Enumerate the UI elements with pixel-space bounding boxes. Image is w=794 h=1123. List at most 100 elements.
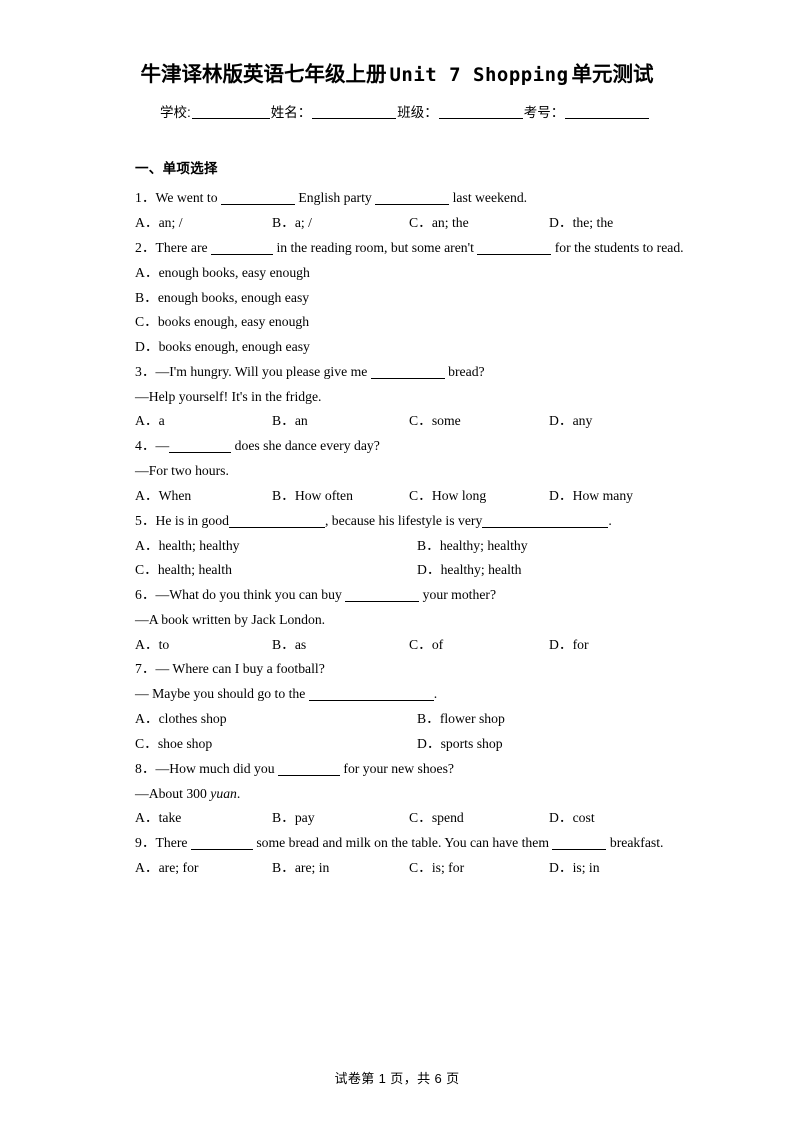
option-b[interactable]: B．healthy; healthy [417,538,699,553]
stem-text: breakfast. [606,834,664,850]
name-label: 姓名： [270,104,312,120]
stem-text: We went to [155,190,221,206]
title-suffix: 单元测试 [571,63,654,86]
option-c[interactable]: C．health; health [135,563,417,577]
school-label: 学校: [160,104,191,120]
exam-no-blank[interactable] [565,117,650,119]
exam-body: 一、单项选择 1．We went to English party last w… [0,121,794,880]
class-blank[interactable] [438,117,523,119]
stem-text: —What do you think you can buy [155,586,346,602]
option-c[interactable]: C．spend [409,811,549,825]
option-c[interactable]: C．is; for [409,861,549,875]
option-b[interactable]: B．are; in [272,861,409,875]
option-c[interactable]: C．of [409,637,549,652]
stem-text: — [155,438,170,454]
answer-blank[interactable] [211,242,274,255]
option-d[interactable]: D．cost [549,811,686,825]
option-a[interactable]: A．enough books, easy enough [135,266,684,280]
option-b[interactable]: B．pay [272,811,409,825]
name-blank[interactable] [312,117,397,119]
answer-blank[interactable] [370,366,445,379]
answer-blank[interactable] [277,763,340,776]
option-b[interactable]: B．enough books, enough easy [135,290,684,305]
option-d[interactable]: D．any [549,414,686,428]
exam-info-line: 学校: 姓名： 班级： 考号： [0,88,794,121]
question-number: 7． [135,661,156,677]
option-row: A．a B．an C．some D．any [135,409,684,434]
option-d[interactable]: D．sports shop [417,737,699,751]
answer-blank[interactable] [190,837,253,850]
option-d[interactable]: D．for [549,637,686,652]
answer-blank[interactable] [345,589,420,602]
option-a[interactable]: A．take [135,811,272,825]
question-number: 1． [135,190,156,206]
school-blank[interactable] [191,117,270,119]
exam-no-label: 考号： [523,104,565,120]
answer-blank[interactable] [552,837,607,850]
option-c[interactable]: C．shoe shop [135,737,417,751]
question-stem: 4．— does she dance every day? [135,434,684,459]
question-stem: 6．—What do you think you can buy your mo… [135,582,684,607]
option-d[interactable]: D．How many [549,489,686,503]
option-row: D．books enough, enough easy [135,335,684,360]
section-heading: 一、单项选择 [135,160,218,176]
option-a[interactable]: A．are; for [135,861,272,875]
stem-text: —How much did you [155,760,278,776]
option-row: C．shoe shop D．sports shop [135,731,684,756]
option-a[interactable]: A．to [135,637,272,652]
answer-line-currency: yuan [210,785,237,801]
option-c[interactable]: C．How long [409,489,549,503]
option-d[interactable]: D．the; the [549,216,686,230]
answer-blank[interactable] [477,242,552,255]
answer-blank[interactable] [228,515,325,528]
answer-line-text: —About 300 [135,785,211,801]
question-stem: 7．— Where can I buy a football? [135,657,684,682]
title-prefix: 牛津译林版英语七年级上册 [140,63,387,86]
stem-text: , because his lifestyle is very [324,512,483,528]
question-stem: 5．He is in good , because his lifestyle i… [135,508,684,533]
stem-text: for the students to read. [551,239,684,255]
option-d[interactable]: D．is; in [549,861,686,875]
option-c[interactable]: C．books enough, easy enough [135,315,684,329]
page-footer: 试卷第 1 页，共 6 页 [334,1071,460,1086]
stem-text: —I'm hungry. Will you please give me [155,363,371,379]
option-d[interactable]: D．healthy; health [417,563,699,577]
option-a[interactable]: A．When [135,489,272,503]
stem-text: last weekend. [449,190,528,206]
option-b[interactable]: B．a; / [272,216,409,230]
stem-text: for your new shoes? [339,760,455,776]
option-b[interactable]: B．flower shop [417,712,699,726]
class-label: 班级： [397,104,438,120]
option-row: A．health; healthy B．healthy; healthy [135,533,684,558]
option-d[interactable]: D．books enough, enough easy [135,340,684,354]
option-row: C．health; health D．healthy; health [135,558,684,583]
stem-text: bread? [444,363,485,379]
question-answer-line: — Maybe you should go to the . [135,682,684,707]
option-b[interactable]: B．an [272,414,409,428]
option-c[interactable]: C．some [409,414,549,428]
exam-page: 牛津译林版英语七年级上册 Unit 7 Shopping 单元测试 学校: 姓名： 班级… [0,0,794,1123]
stem-text: in the reading room, but some aren't [273,239,478,255]
option-row: A．take B．pay C．spend D．cost [135,806,684,831]
option-a[interactable]: A．clothes shop [135,712,417,726]
option-b[interactable]: B．How often [272,489,409,503]
option-c[interactable]: C．an; the [409,216,549,230]
answer-blank[interactable] [220,193,295,206]
answer-line-text: — Maybe you should go to the [135,686,309,702]
option-a[interactable]: A．health; healthy [135,538,417,553]
answer-blank[interactable] [375,193,450,206]
question-number: 4． [135,438,156,454]
answer-blank[interactable] [169,441,232,454]
option-b[interactable]: B．as [272,637,409,652]
option-row: A．to B．as C．of D．for [135,632,684,657]
option-row: A．an; / B．a; / C．an; the D．the; the [135,211,684,236]
page-title: 牛津译林版英语七年级上册 Unit 7 Shopping 单元测试 [0,0,794,88]
question-stem: 3．—I'm hungry. Will you please give me b… [135,359,684,384]
option-a[interactable]: A．an; / [135,216,272,230]
option-a[interactable]: A．a [135,414,272,428]
question-number: 2． [135,239,156,255]
answer-blank[interactable] [482,515,609,528]
stem-text: your mother? [419,586,497,602]
answer-line-text: . [236,785,241,801]
answer-blank[interactable] [308,688,434,702]
